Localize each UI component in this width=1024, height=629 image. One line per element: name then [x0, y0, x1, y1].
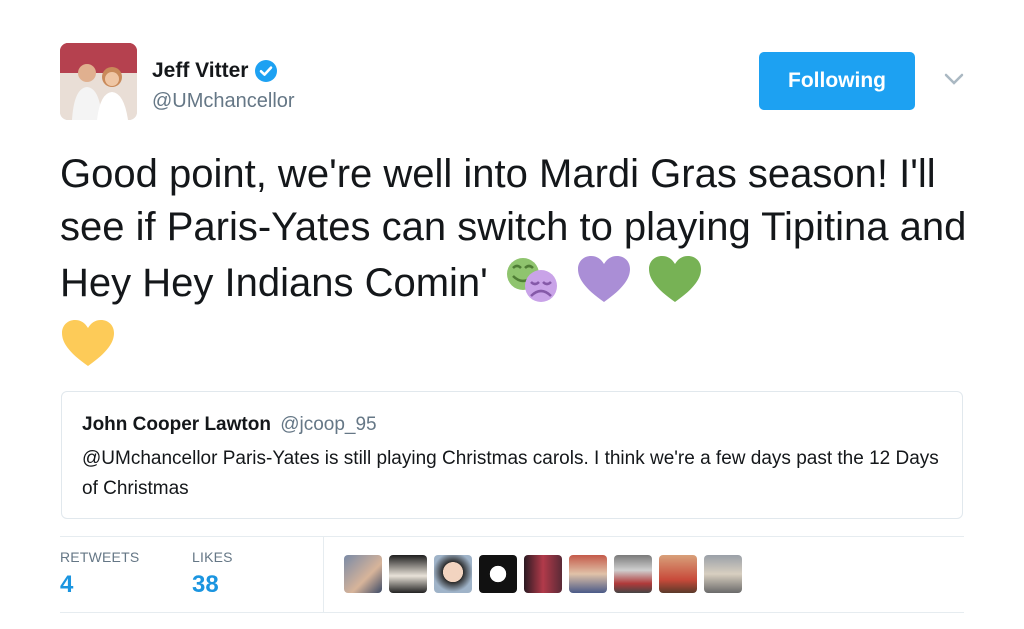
yellow-heart-emoji: [60, 318, 116, 382]
retweets-stat[interactable]: RETWEETS 4: [60, 549, 139, 599]
liker-avatar[interactable]: [434, 555, 472, 593]
liker-avatar[interactable]: [659, 555, 697, 593]
liker-avatars: [344, 555, 749, 593]
performing-arts-emoji: [503, 254, 561, 318]
tweet-text: Good point, we're well into Mardi Gras s…: [60, 148, 990, 382]
liker-avatar[interactable]: [479, 555, 517, 593]
quoted-author-handle: @jcoop_95: [280, 414, 377, 435]
author-name-row[interactable]: Jeff Vitter: [152, 59, 278, 83]
likes-label: LIKES: [192, 549, 233, 565]
stats-bottom-divider: [60, 612, 964, 613]
author-name[interactable]: Jeff Vitter: [152, 59, 248, 83]
retweets-label: RETWEETS: [60, 549, 140, 565]
quoted-tweet-header: John Cooper Lawton @jcoop_95: [82, 414, 377, 436]
quoted-author-name: John Cooper Lawton: [82, 414, 271, 435]
quoted-tweet[interactable]: John Cooper Lawton @jcoop_95 @UMchancell…: [61, 391, 963, 519]
retweets-count: 4: [60, 571, 74, 598]
liker-avatar[interactable]: [524, 555, 562, 593]
verified-badge-icon: [255, 60, 278, 82]
author-handle[interactable]: @UMchancellor: [152, 90, 295, 113]
author-avatar[interactable]: [60, 43, 137, 120]
purple-heart-emoji: [576, 254, 632, 318]
liker-avatar[interactable]: [389, 555, 427, 593]
liker-avatar[interactable]: [569, 555, 607, 593]
following-button[interactable]: Following: [759, 52, 915, 110]
likes-stat[interactable]: LIKES 38: [192, 549, 233, 599]
chevron-down-icon[interactable]: [944, 72, 964, 86]
liker-avatar[interactable]: [704, 555, 742, 593]
liker-avatar[interactable]: [614, 555, 652, 593]
stats-vertical-divider: [323, 537, 324, 612]
quoted-tweet-text: @UMchancellor Paris-Yates is still playi…: [82, 448, 939, 499]
green-heart-emoji: [647, 254, 703, 318]
likes-count: 38: [192, 571, 219, 598]
liker-avatar[interactable]: [344, 555, 382, 593]
tweet-stats: RETWEETS 4 LIKES 38: [60, 537, 964, 612]
tweet-card: Jeff Vitter @UMchancellor Following Good…: [0, 0, 1024, 629]
